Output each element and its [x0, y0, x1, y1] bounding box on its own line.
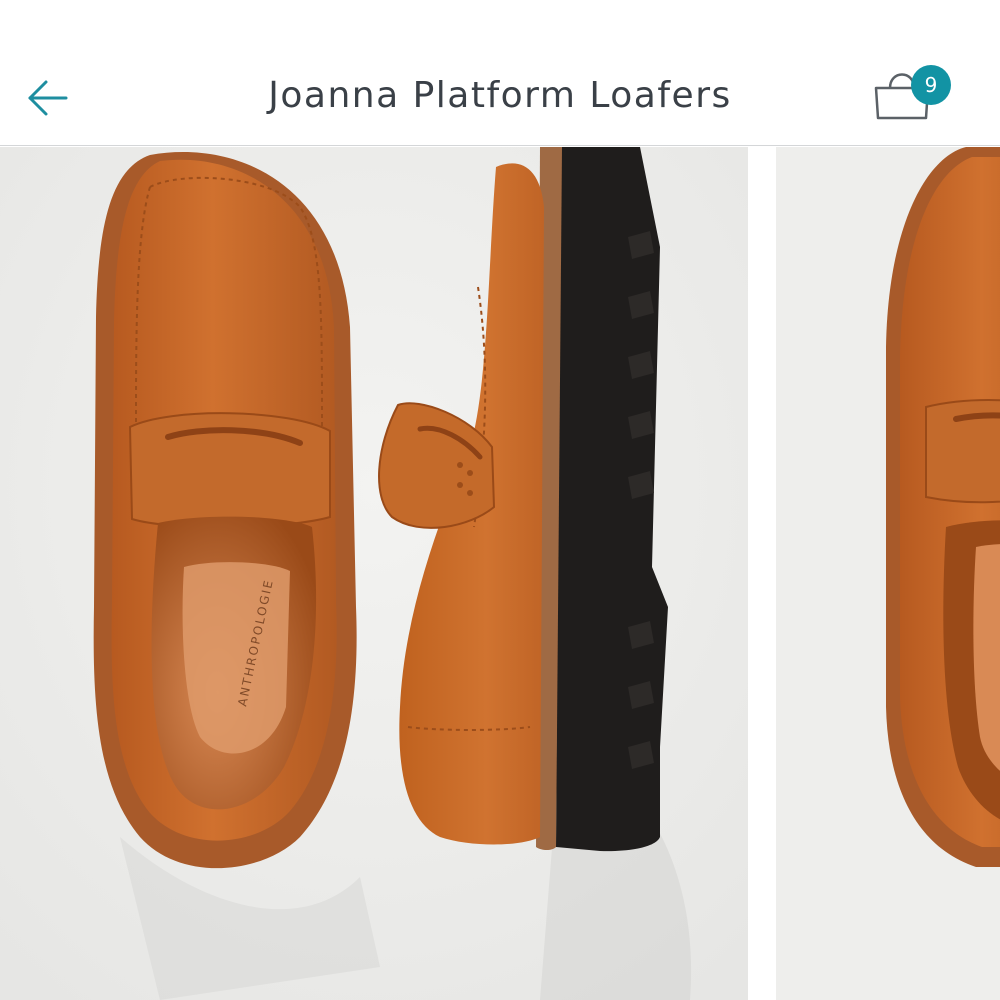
page-title: Joanna Platform Loafers — [268, 75, 732, 116]
top-nav-bar: Joanna Platform Loafers 9 — [0, 0, 1000, 146]
product-image-next[interactable] — [776, 147, 1000, 1000]
loafers-photo: ANTHROPOLOGIE — [0, 147, 748, 1000]
product-image-main[interactable]: ANTHROPOLOGIE — [0, 147, 748, 1000]
product-image-carousel[interactable]: ANTHROPOLOGIE — [0, 147, 1000, 1000]
loafers-photo-next — [776, 147, 1000, 1000]
cart-count-badge: 9 — [911, 65, 951, 105]
